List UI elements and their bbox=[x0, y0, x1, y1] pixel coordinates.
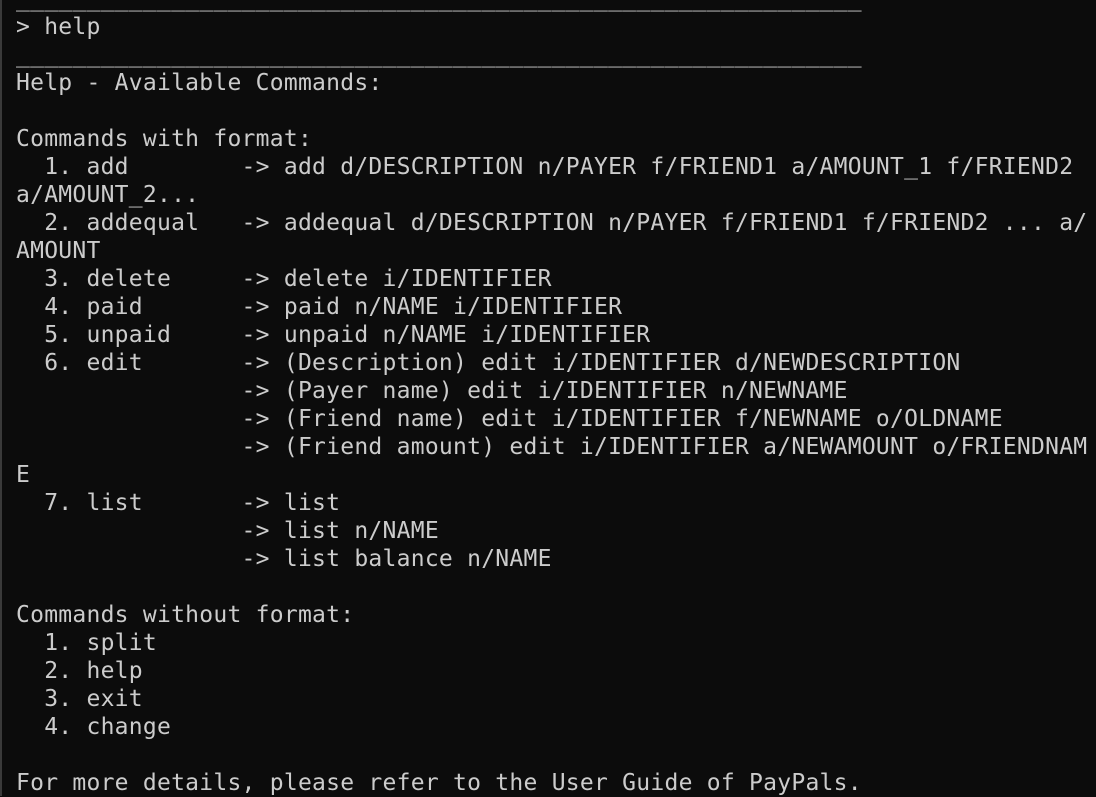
command-line-edit-wrap: E bbox=[16, 462, 31, 488]
footer-note: For more details, please refer to the Us… bbox=[16, 770, 862, 796]
command-line-list-name: -> list n/NAME bbox=[16, 518, 439, 544]
section-heading-without-format: Commands without format: bbox=[16, 602, 355, 628]
command-line-list: 7. list -> list bbox=[16, 490, 341, 516]
command-line-exit: 3. exit bbox=[16, 686, 143, 712]
terminal-output: ________________________________________… bbox=[16, 0, 1087, 797]
help-heading: Help - Available Commands: bbox=[16, 70, 383, 96]
command-line-edit-friend-name: -> (Friend name) edit i/IDENTIFIER f/NEW… bbox=[16, 406, 1003, 432]
command-line-delete: 3. delete -> delete i/IDENTIFIER bbox=[16, 266, 552, 292]
command-line-add: 1. add -> add d/DESCRIPTION n/PAYER f/FR… bbox=[16, 154, 1074, 180]
terminal-window[interactable]: ________________________________________… bbox=[0, 0, 1096, 796]
command-line-edit-friend-amount: -> (Friend amount) edit i/IDENTIFIER a/N… bbox=[16, 434, 1088, 460]
command-line-addequal-wrap: AMOUNT bbox=[16, 238, 101, 264]
command-line-edit-description: 6. edit -> (Description) edit i/IDENTIFI… bbox=[16, 350, 961, 376]
command-line-add-wrap: a/AMOUNT_2... bbox=[16, 182, 200, 208]
command-line-unpaid: 5. unpaid -> unpaid n/NAME i/IDENTIFIER bbox=[16, 322, 651, 348]
separator-line: ________________________________________… bbox=[16, 0, 1087, 13]
command-line-change: 4. change bbox=[16, 714, 172, 740]
command-prompt-line: > help bbox=[16, 14, 101, 40]
command-line-paid: 4. paid -> paid n/NAME i/IDENTIFIER bbox=[16, 294, 623, 320]
command-line-edit-payer: -> (Payer name) edit i/IDENTIFIER n/NEWN… bbox=[16, 378, 848, 404]
command-line-split: 1. split bbox=[16, 630, 157, 656]
section-heading-with-format: Commands with format: bbox=[16, 126, 313, 152]
separator-line: ________________________________________… bbox=[16, 42, 862, 68]
command-line-help: 2. help bbox=[16, 658, 143, 684]
command-line-addequal: 2. addequal -> addequal d/DESCRIPTION n/… bbox=[16, 210, 1088, 236]
command-line-list-balance: -> list balance n/NAME bbox=[16, 546, 552, 572]
